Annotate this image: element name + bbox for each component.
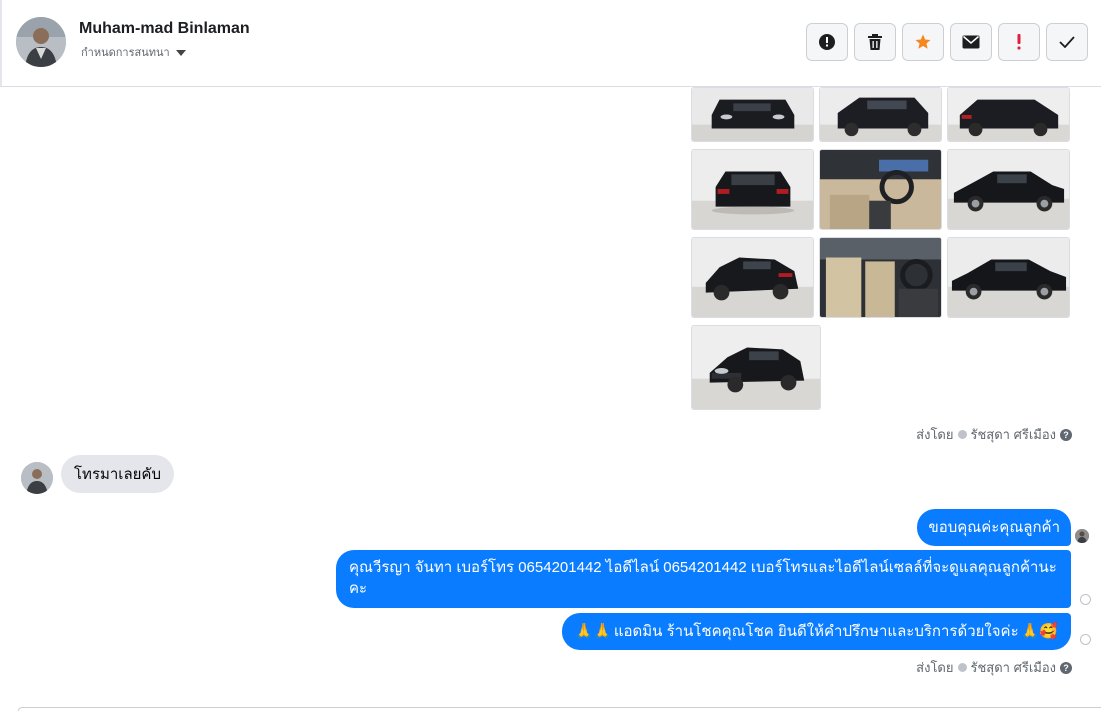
car-photo-5[interactable] <box>819 149 942 230</box>
help-icon[interactable]: ? <box>1060 428 1072 441</box>
conversation-settings-label: กำหนดการสนทนา <box>81 47 170 59</box>
outgoing-message-3[interactable]: 🙏🙏 แอดมิน ร้านโชคคุณโชค ยินดีให้คำปรึกษา… <box>561 613 1071 650</box>
outgoing-message-1[interactable]: ขอบคุณค่ะคุณลูกค้า <box>917 509 1071 546</box>
caret-down-icon <box>175 49 186 56</box>
trash-icon <box>868 34 882 50</box>
envelope-icon <box>962 35 980 49</box>
car-photo-9[interactable] <box>947 237 1070 318</box>
sent-by-agent[interactable]: รัชสุดา ศรีเมือง <box>971 657 1057 678</box>
star-button[interactable] <box>902 23 944 61</box>
agent-avatar-dot <box>957 663 967 672</box>
contact-avatar-small[interactable] <box>21 462 53 494</box>
delete-button[interactable] <box>854 23 896 61</box>
star-icon <box>915 34 931 49</box>
incoming-message[interactable]: โทรมาเลยคับ <box>61 455 174 493</box>
car-photo-8[interactable] <box>819 237 942 318</box>
delivered-check-icon <box>1080 594 1091 605</box>
sent-by-label: ส่งโดย รัชสุดา ศรีเมือง ? <box>916 424 1072 445</box>
car-photo-10[interactable] <box>691 325 821 410</box>
message-composer-edge[interactable] <box>18 707 1101 711</box>
outgoing-message-3-text: แอดมิน ร้านโชคคุณโชค ยินดีให้คำปรึกษาและ… <box>613 623 1019 640</box>
conversation-header: Muham-mad Binlaman กำหนดการสนทนา <box>0 0 1101 87</box>
pray-emoji-icon: 🙏🙏 <box>574 623 612 640</box>
done-button[interactable] <box>1046 23 1088 61</box>
agent-avatar-dot <box>957 430 967 439</box>
contact-avatar[interactable] <box>16 17 66 67</box>
alert-circle-icon <box>819 34 835 50</box>
sent-by-label: ส่งโดย รัชสุดา ศรีเมือง ? <box>916 657 1072 678</box>
car-photo-7[interactable] <box>691 237 814 318</box>
help-icon[interactable]: ? <box>1060 661 1072 674</box>
conversation-settings-dropdown[interactable]: กำหนดการสนทนา <box>81 43 186 61</box>
conversation-toolbar <box>806 23 1088 61</box>
mark-unread-button[interactable] <box>950 23 992 61</box>
sent-by-prefix: ส่งโดย <box>916 427 954 442</box>
car-photo-1[interactable] <box>691 87 814 142</box>
follow-up-button[interactable] <box>998 23 1040 61</box>
pray-love-emoji-icon: 🙏🥰 <box>1020 623 1058 640</box>
car-photo-3[interactable] <box>947 87 1070 142</box>
sent-by-agent[interactable]: รัชสุดา ศรีเมือง <box>971 424 1057 445</box>
car-photo-2[interactable] <box>819 87 942 142</box>
contact-name[interactable]: Muham-mad Binlaman <box>79 20 250 38</box>
car-photo-4[interactable] <box>691 149 814 230</box>
seen-avatar <box>1075 529 1089 543</box>
delivered-check-icon <box>1080 634 1091 645</box>
sent-by-prefix: ส่งโดย <box>916 660 954 675</box>
exclamation-icon <box>1017 34 1021 50</box>
check-icon <box>1059 36 1075 48</box>
car-photo-6[interactable] <box>947 149 1070 230</box>
outgoing-message-2[interactable]: คุณวีรญา จันทา เบอร์โทร 0654201442 ไอดีไ… <box>336 550 1071 608</box>
report-button[interactable] <box>806 23 848 61</box>
